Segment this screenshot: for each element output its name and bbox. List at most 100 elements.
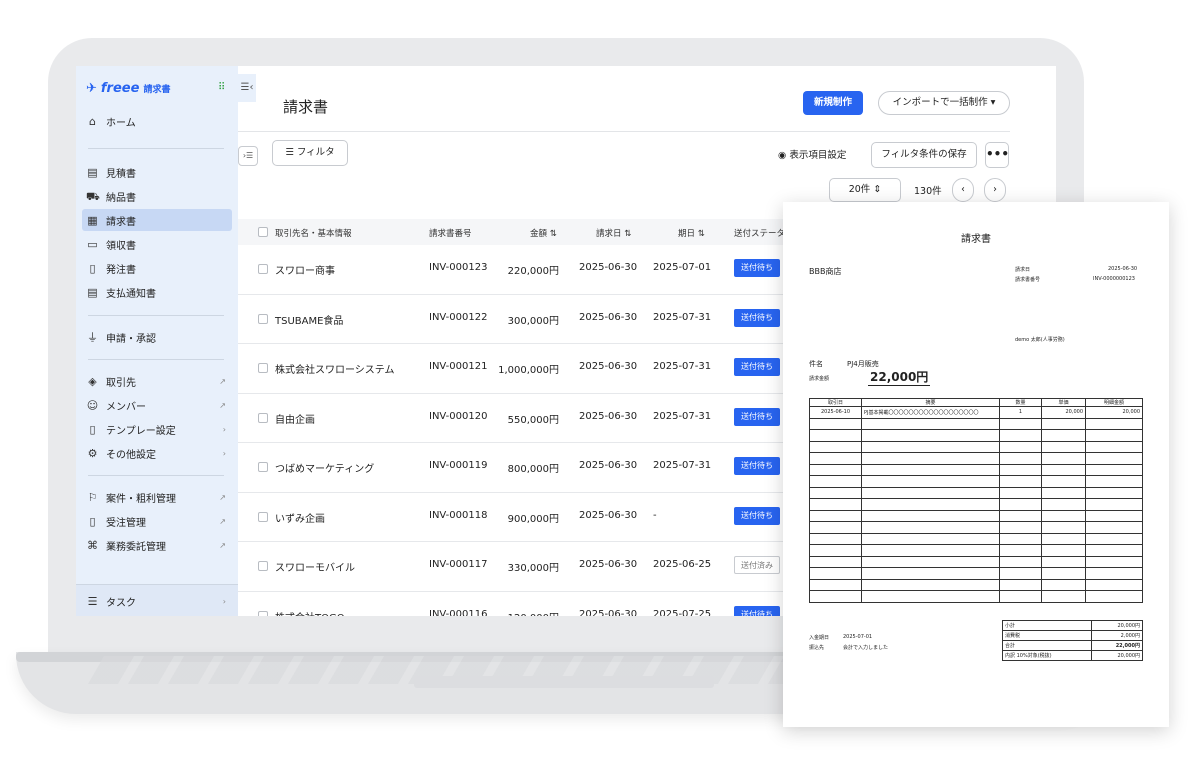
column-header[interactable]: 金額 ⇅: [530, 227, 557, 239]
empty-cell: [861, 544, 1000, 557]
cell-number: INV-000120: [429, 410, 488, 422]
next-page-button[interactable]: ›: [984, 178, 1006, 202]
invoice-issuer: demo 太郎(人事労務): [1015, 337, 1065, 343]
save-filter-button[interactable]: フィルタ条件の保存: [871, 142, 977, 168]
import-button[interactable]: インポートで一括制作 ▾: [878, 91, 1010, 115]
invoice-number-value: INV-0000000123: [1093, 276, 1135, 282]
item-total: 20,000: [1085, 406, 1143, 419]
sidebar-item-members[interactable]: ☺ メンバー ↗: [82, 394, 232, 416]
prev-page-button[interactable]: ‹: [952, 178, 974, 202]
select-all-checkbox[interactable]: [258, 227, 268, 237]
empty-cell: [1085, 509, 1143, 522]
empty-cell: [861, 429, 1000, 442]
status-badge[interactable]: 送付待ち: [734, 605, 780, 616]
cell-partner: スワロー商事: [275, 266, 335, 277]
status-badge[interactable]: 送付待ち: [734, 259, 780, 277]
empty-cell: [1041, 590, 1086, 603]
column-header[interactable]: 取引先名・基本情報: [275, 227, 352, 239]
apps-grid-icon[interactable]: ⠿: [218, 82, 230, 94]
sidebar-item-template[interactable]: ▯ テンプレー設定 ›: [82, 418, 232, 440]
status-badge[interactable]: 送付済み: [734, 556, 780, 574]
clipboard-icon: ▯: [89, 514, 96, 528]
cell-amount: 550,000円: [507, 414, 559, 426]
empty-cell: [999, 509, 1042, 522]
empty-cell: [999, 532, 1042, 545]
empty-cell: [809, 429, 862, 442]
sidebar-item-estimate[interactable]: ▤ 見積書: [82, 161, 232, 183]
sidebar-item-settings[interactable]: ⚙ その他設定 ›: [82, 442, 232, 464]
brand-logo[interactable]: ✈ freee 請求書: [86, 80, 170, 96]
sidebar-item-home[interactable]: ⌂ ホーム: [82, 110, 232, 132]
sidebar-item-approval[interactable]: ⏚ 申請・承認: [82, 326, 232, 348]
per-page-select[interactable]: 20件 ⇕: [829, 178, 901, 202]
item-qty: 1: [999, 406, 1042, 419]
sidebar-item-task[interactable]: ☰ タスク ›: [82, 590, 232, 612]
sidebar-item-label: テンプレー設定: [106, 425, 176, 437]
new-invoice-button[interactable]: 新規制作: [803, 91, 863, 115]
item-header: 取引日: [809, 398, 862, 407]
row-checkbox[interactable]: [258, 363, 268, 373]
status-badge[interactable]: 送付待ち: [734, 457, 780, 475]
row-checkbox[interactable]: [258, 313, 268, 324]
invoice-title: 請求書: [961, 234, 991, 245]
external-link-icon: ↗: [219, 376, 226, 386]
column-header[interactable]: 請求日 ⇅: [596, 227, 631, 239]
cell-due: 2025-07-31: [653, 460, 712, 471]
page-title: 請求書: [283, 98, 329, 116]
empty-line-item-row: [809, 475, 1143, 488]
task-bar[interactable]: ☰ タスク ›: [76, 584, 238, 616]
empty-cell: [999, 463, 1042, 476]
cell-partner: 自由企画: [275, 414, 315, 426]
total-count: 130件: [914, 186, 942, 197]
sidebar-item-orders-received[interactable]: ▯ 受注管理 ↗: [82, 510, 232, 532]
empty-line-item-row: [809, 463, 1143, 476]
status-badge[interactable]: 送付待ち: [734, 407, 780, 426]
expand-panel-icon[interactable]: ›☰: [238, 146, 258, 166]
empty-cell: [999, 498, 1042, 511]
row-checkbox[interactable]: [258, 511, 268, 522]
cell-due: 2025-07-31: [653, 410, 712, 422]
empty-cell: [1041, 509, 1086, 522]
sidebar-item-payment-notice[interactable]: ▤ 支払通知書: [82, 281, 232, 303]
estimate-icon: ▤: [87, 165, 98, 179]
empty-cell: [861, 521, 1000, 534]
cell-amount: 900,000円: [507, 513, 559, 525]
sidebar-item-receipt[interactable]: ▭ 領収書: [82, 233, 232, 255]
row-checkbox[interactable]: [258, 264, 268, 274]
cell-number: INV-000123: [429, 262, 488, 273]
cell-issued: 2025-06-30: [579, 509, 638, 521]
sidebar-item-partner[interactable]: ◈ 取引先 ↗: [82, 370, 232, 392]
sidebar-item-outsourcing[interactable]: ⌘ 業務委託管理 ↗: [82, 534, 232, 556]
filter-button[interactable]: ☰ フィルタ: [272, 140, 348, 166]
status-badge[interactable]: 送付待ち: [734, 506, 780, 525]
empty-cell: [809, 417, 862, 430]
summary-label: 小計: [1001, 620, 1093, 631]
row-checkbox[interactable]: [258, 561, 268, 571]
empty-line-item-row: [809, 544, 1143, 557]
sort-arrows-icon: ⇕: [870, 184, 882, 195]
display-settings-button[interactable]: ◉ 表示項目設定: [778, 147, 846, 161]
bank-value: 会計で入力しました: [843, 645, 889, 651]
status-badge[interactable]: 送付待ち: [734, 308, 780, 327]
row-checkbox[interactable]: [258, 412, 268, 423]
empty-cell: [861, 486, 1000, 499]
row-checkbox[interactable]: [258, 462, 268, 472]
filter-icon: ☰: [285, 147, 297, 158]
sidebar-item-projects[interactable]: ⚐ 案件・粗利管理 ↗: [82, 486, 232, 508]
due-label: 入金期日: [809, 635, 830, 641]
column-header[interactable]: 期日 ⇅: [678, 227, 705, 239]
sidebar-item-invoice[interactable]: ▦ 請求書: [82, 209, 232, 231]
sidebar-item-order[interactable]: ▯ 発注書: [82, 257, 232, 279]
task-list-icon: ☰: [87, 594, 98, 608]
row-checkbox[interactable]: [258, 610, 268, 616]
empty-cell: [999, 452, 1042, 465]
sidebar-item-label: 発注書: [106, 264, 136, 276]
status-badge[interactable]: 送付待ち: [734, 358, 780, 376]
cell-number: INV-000117: [429, 559, 488, 570]
sidebar-item-delivery[interactable]: ⛟ 納品書: [82, 185, 232, 207]
network-icon: ⌘: [87, 538, 98, 552]
more-options-button[interactable]: •••: [985, 142, 1009, 168]
column-header[interactable]: 請求書番号: [429, 227, 472, 239]
sidebar-item-label: 受注管理: [106, 517, 146, 529]
empty-cell: [809, 498, 862, 511]
